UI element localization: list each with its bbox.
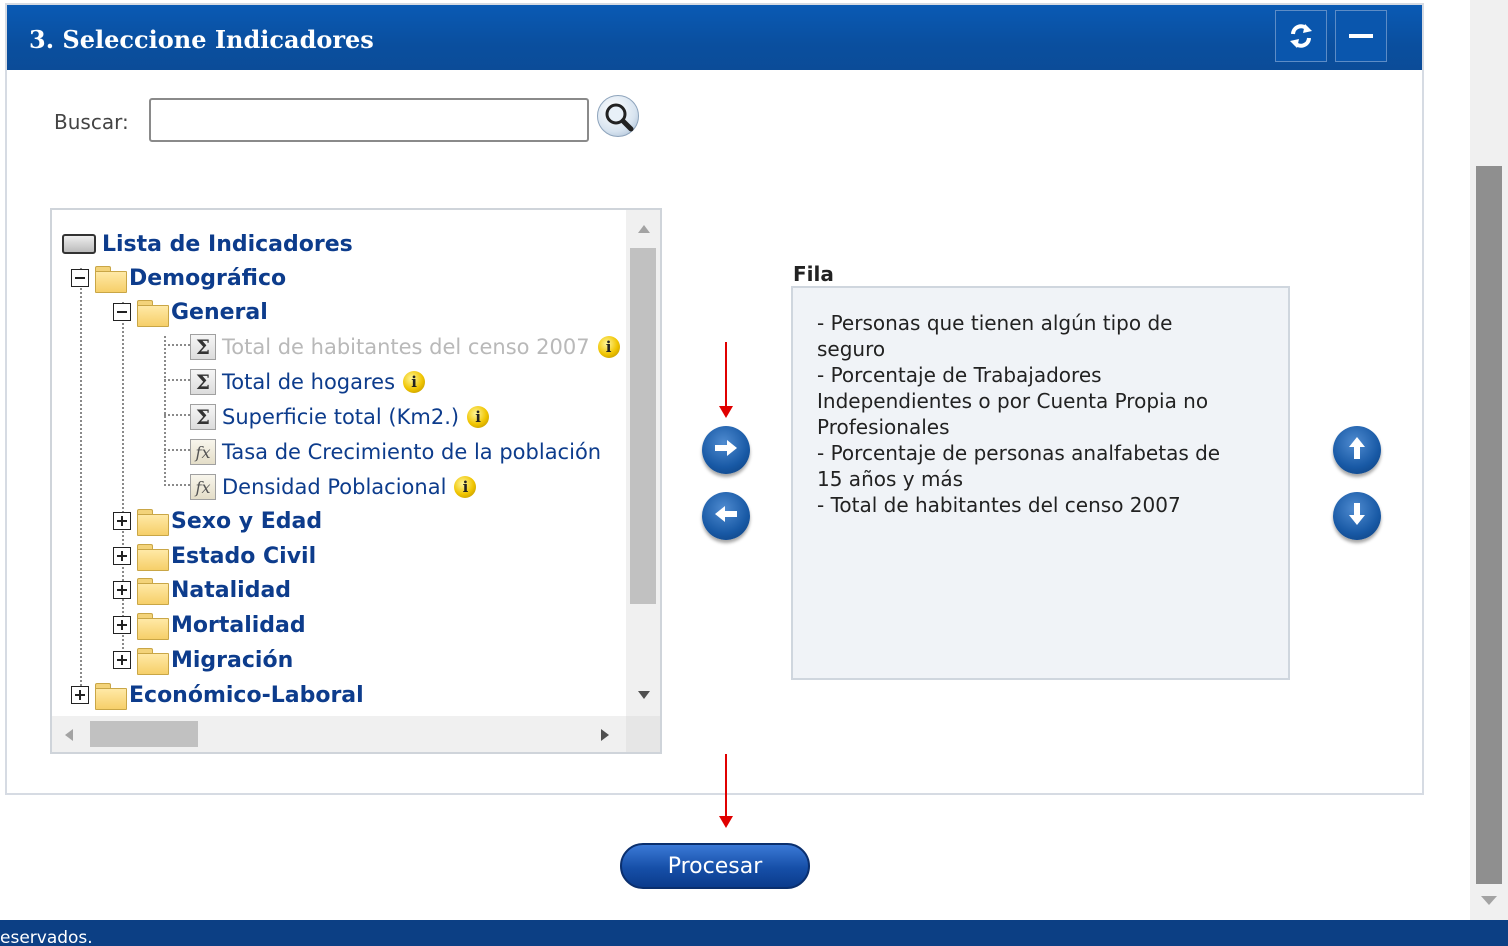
tree-leaf-total-hogares[interactable]: Σ Total de hogares i (190, 366, 426, 398)
tree-leaf-superficie[interactable]: Σ Superficie total (Km2.) i (190, 401, 490, 433)
info-icon[interactable]: i (467, 406, 490, 428)
arrow-right-icon (713, 438, 739, 462)
expand-node-icon[interactable] (113, 512, 131, 530)
footer-text: eservados. (0, 928, 93, 946)
refresh-icon (1286, 21, 1316, 51)
list-item[interactable]: - Total de habitantes del censo 2007 (817, 492, 1264, 518)
folder-icon (135, 507, 169, 536)
page-scroll-down-icon[interactable] (1481, 896, 1497, 905)
collapse-node-icon[interactable] (113, 303, 131, 321)
move-up-button[interactable] (1333, 426, 1381, 474)
list-item[interactable]: 15 años y más (817, 466, 1264, 492)
sigma-icon: Σ (190, 334, 216, 360)
arrow-down-icon (1347, 501, 1367, 531)
tree-node-economico[interactable]: Económico-Laboral (71, 679, 364, 711)
tree-node-sexo-edad[interactable]: Sexo y Edad (113, 505, 322, 537)
scroll-up-icon[interactable] (637, 224, 651, 234)
tree-node-migracion[interactable]: Migración (113, 644, 293, 676)
refresh-button[interactable] (1275, 10, 1327, 62)
row-list[interactable]: - Personas que tienen algún tipo de segu… (791, 286, 1290, 680)
row-list-label: Fila (793, 262, 834, 286)
indicator-tree: Lista de Indicadores Demográfico General… (50, 208, 662, 754)
panel-header: 3. Seleccione Indicadores (7, 5, 1422, 70)
expand-node-icon[interactable] (113, 651, 131, 669)
collapse-node-icon[interactable] (71, 269, 89, 287)
collapse-button[interactable] (1335, 10, 1387, 62)
tree-node-natalidad[interactable]: Natalidad (113, 574, 291, 606)
scroll-left-icon[interactable] (64, 728, 74, 742)
list-item[interactable]: seguro (817, 336, 1264, 362)
expand-node-icon[interactable] (71, 686, 89, 704)
tree-leaf-densidad[interactable]: fx Densidad Poblacional i (190, 471, 477, 503)
tree-node-estado-civil[interactable]: Estado Civil (113, 540, 316, 572)
process-button[interactable]: Procesar (620, 843, 810, 889)
scroll-right-icon[interactable] (600, 728, 610, 742)
tree-node-mortalidad[interactable]: Mortalidad (113, 609, 306, 641)
formula-icon: fx (190, 474, 216, 500)
scroll-corner (626, 716, 660, 752)
tree-node-demografico[interactable]: Demográfico (71, 262, 286, 294)
page-scrollbar[interactable] (1470, 0, 1508, 920)
expand-node-icon[interactable] (113, 581, 131, 599)
search-input[interactable] (149, 98, 589, 142)
list-item[interactable]: Independientes o por Cuenta Propia no (817, 388, 1264, 414)
tree-root[interactable]: Lista de Indicadores (62, 228, 353, 260)
tree-leaf-tasa-crecimiento[interactable]: fx Tasa de Crecimiento de la población (190, 436, 601, 468)
folder-open-icon (93, 264, 127, 293)
folder-icon (135, 646, 169, 675)
list-item[interactable]: - Personas que tienen algún tipo de (817, 310, 1264, 336)
folder-icon (135, 542, 169, 571)
tree-leaf-total-habitantes[interactable]: Σ Total de habitantes del censo 2007 i (190, 331, 620, 363)
folder-icon (135, 611, 169, 640)
tree-vertical-scroll-thumb[interactable] (630, 248, 656, 604)
arrow-up-icon (1347, 435, 1367, 465)
panel-title: 3. Seleccione Indicadores (29, 25, 374, 54)
info-icon[interactable]: i (403, 371, 426, 393)
database-icon (62, 234, 96, 254)
search-label: Buscar: (54, 110, 129, 134)
tree-node-general[interactable]: General (113, 296, 268, 328)
folder-open-icon (135, 298, 169, 327)
info-icon[interactable]: i (454, 476, 477, 498)
sigma-icon: Σ (190, 404, 216, 430)
remove-from-row-button[interactable] (702, 492, 750, 540)
minimize-icon (1346, 21, 1376, 51)
arrow-left-icon (713, 504, 739, 528)
search-button[interactable] (597, 95, 639, 137)
formula-icon: fx (190, 439, 216, 465)
move-down-button[interactable] (1333, 492, 1381, 540)
annotation-arrow (719, 342, 733, 418)
page-scroll-thumb[interactable] (1476, 166, 1502, 884)
annotation-arrow (719, 754, 733, 828)
info-icon[interactable]: i (597, 336, 620, 358)
footer (0, 920, 1508, 946)
expand-node-icon[interactable] (113, 547, 131, 565)
tree-horizontal-scroll-thumb[interactable] (90, 721, 198, 747)
tree-vertical-scrollbar[interactable] (626, 210, 660, 716)
list-item[interactable]: Profesionales (817, 414, 1264, 440)
add-to-row-button[interactable] (702, 426, 750, 474)
expand-node-icon[interactable] (113, 616, 131, 634)
folder-icon (135, 576, 169, 605)
sigma-icon: Σ (190, 369, 216, 395)
list-item[interactable]: - Porcentaje de personas analfabetas de (817, 440, 1264, 466)
search-icon (598, 103, 640, 142)
tree-horizontal-scrollbar[interactable] (52, 716, 626, 752)
list-item[interactable]: - Porcentaje de Trabajadores (817, 362, 1264, 388)
scroll-down-icon[interactable] (637, 690, 651, 700)
folder-icon (93, 681, 127, 710)
